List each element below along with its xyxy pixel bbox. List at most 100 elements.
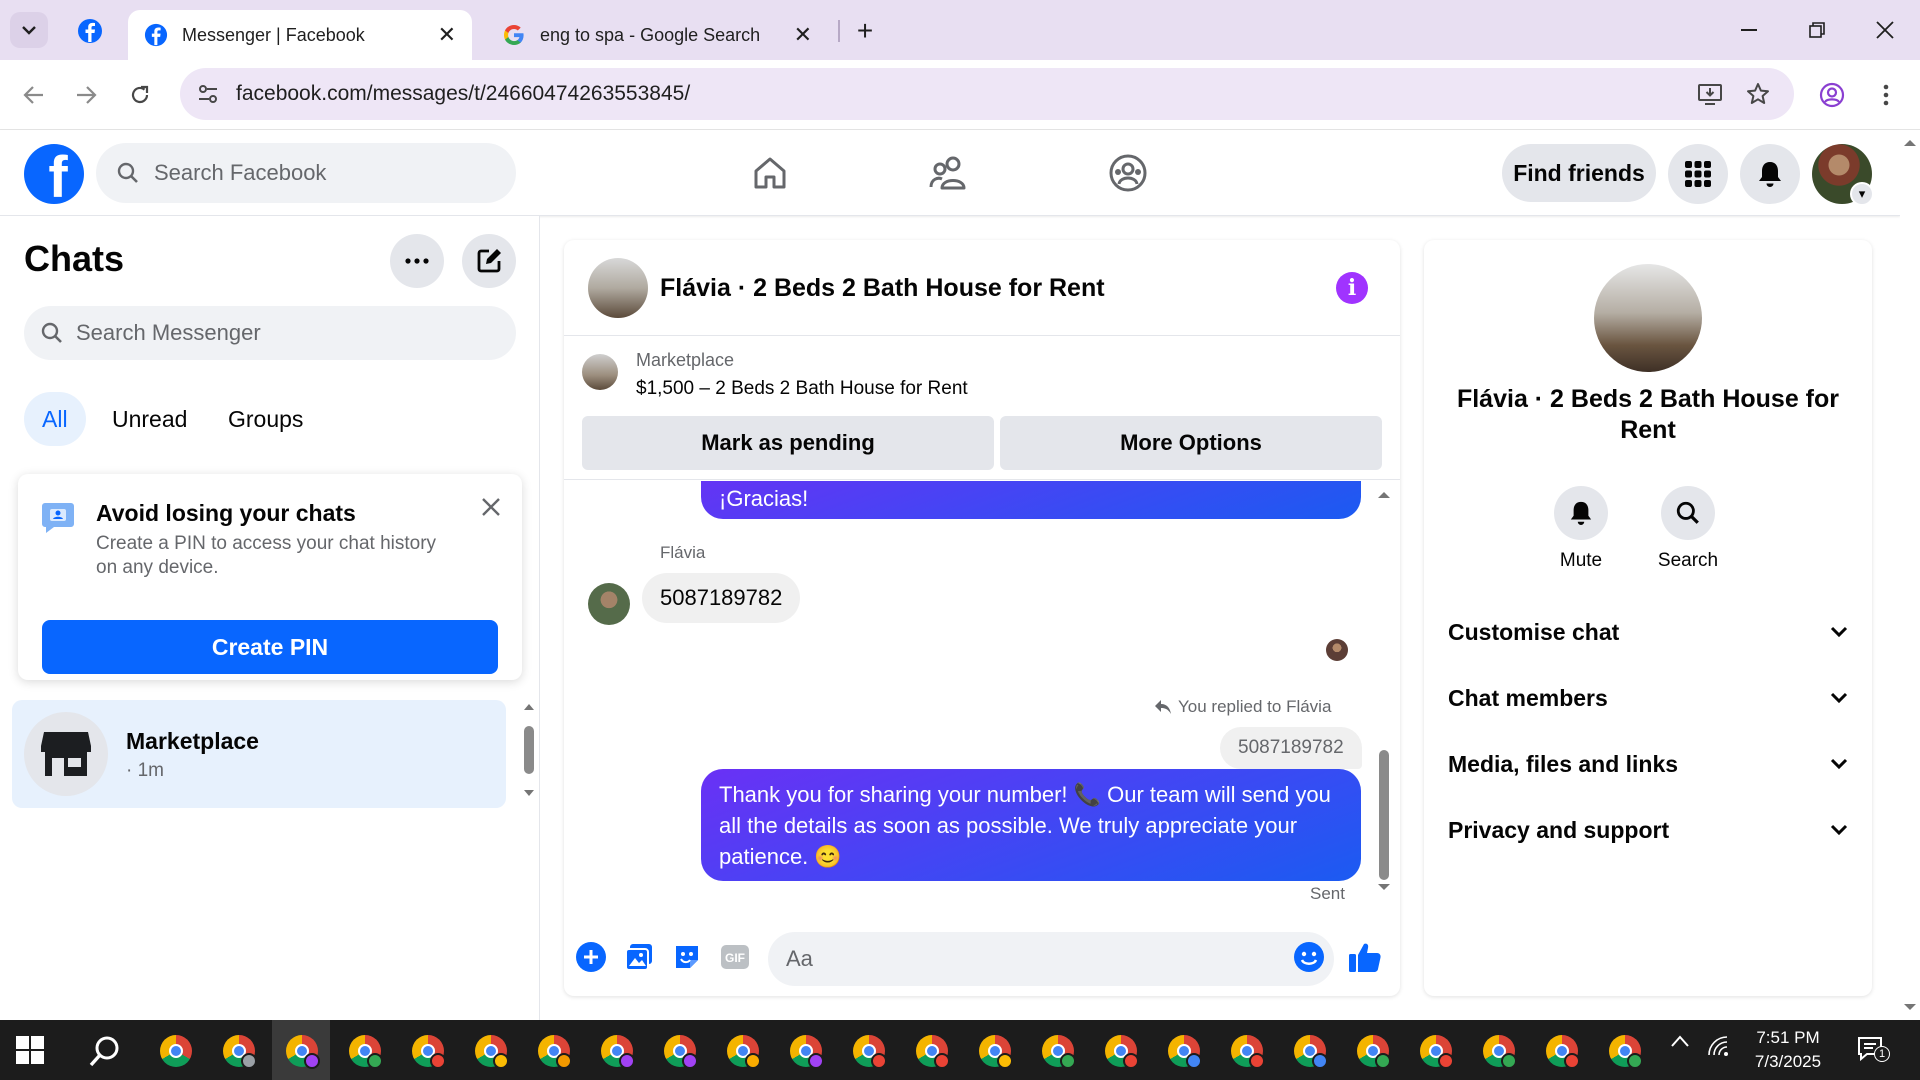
- chrome-taskbar-icon[interactable]: [597, 1031, 637, 1071]
- privacy-support-section[interactable]: Privacy and support: [1448, 810, 1848, 850]
- chevron-down-icon[interactable]: ▾: [1850, 182, 1874, 206]
- outgoing-message[interactable]: Thank you for sharing your number! 📞 Our…: [701, 769, 1361, 881]
- chrome-taskbar-icon[interactable]: [849, 1031, 889, 1071]
- chrome-taskbar-icon[interactable]: [1227, 1031, 1267, 1071]
- forward-button[interactable]: [66, 75, 106, 115]
- minimize-button[interactable]: [1724, 10, 1774, 50]
- facebook-logo[interactable]: f: [24, 144, 84, 204]
- taskbar-search-icon[interactable]: [88, 1034, 122, 1068]
- customise-chat-section[interactable]: Customise chat: [1448, 612, 1848, 652]
- restore-button[interactable]: [1792, 10, 1842, 50]
- listing-title[interactable]: $1,500 – 2 Beds 2 Bath House for Rent: [636, 378, 968, 400]
- chrome-taskbar-icon[interactable]: [1605, 1031, 1645, 1071]
- gif-button[interactable]: GIF: [718, 940, 752, 974]
- chat-list-item[interactable]: Marketplace · 1m: [12, 700, 506, 808]
- chrome-taskbar-icon[interactable]: [534, 1031, 574, 1071]
- chrome-taskbar-icon[interactable]: [1290, 1031, 1330, 1071]
- windows-start-icon[interactable]: [16, 1036, 44, 1064]
- close-tab-icon[interactable]: ✕: [794, 22, 812, 48]
- chrome-taskbar-icon[interactable]: [1164, 1031, 1204, 1071]
- chrome-taskbar-icon[interactable]: [912, 1031, 952, 1071]
- chrome-taskbar-icon[interactable]: [345, 1031, 385, 1071]
- info-icon[interactable]: i: [1336, 272, 1368, 304]
- facebook-search-input[interactable]: Search Facebook: [96, 143, 516, 203]
- replied-message-quote[interactable]: 5087189782: [1220, 727, 1362, 769]
- menu-button[interactable]: [1668, 144, 1728, 204]
- bookmark-star-icon[interactable]: [1744, 80, 1772, 108]
- notifications-button[interactable]: [1740, 144, 1800, 204]
- close-tab-icon[interactable]: ✕: [438, 22, 456, 48]
- mute-button[interactable]: Mute: [1536, 486, 1626, 572]
- chrome-taskbar-icon[interactable]: [1542, 1031, 1582, 1071]
- chrome-taskbar-icon[interactable]: [219, 1031, 259, 1071]
- more-actions-button[interactable]: [574, 940, 608, 974]
- pinned-tab-facebook[interactable]: [70, 14, 110, 48]
- mark-as-pending-button[interactable]: Mark as pending: [582, 416, 994, 470]
- browser-menu-button[interactable]: [1866, 75, 1906, 115]
- emoji-button[interactable]: [1292, 940, 1326, 974]
- new-message-button[interactable]: [462, 234, 516, 288]
- chat-options-button[interactable]: [390, 234, 444, 288]
- media-files-links-section[interactable]: Media, files and links: [1448, 744, 1848, 784]
- chrome-taskbar-icon[interactable]: [1416, 1031, 1456, 1071]
- network-icon[interactable]: [1706, 1034, 1730, 1063]
- chrome-taskbar-icon[interactable]: [786, 1031, 826, 1071]
- messenger-search-input[interactable]: Search Messenger: [24, 306, 516, 360]
- close-window-button[interactable]: [1860, 10, 1910, 50]
- chrome-taskbar-icon[interactable]: [1353, 1031, 1393, 1071]
- tab-google-search[interactable]: eng to spa - Google Search ✕: [486, 10, 828, 60]
- like-button[interactable]: [1348, 940, 1382, 974]
- message-thread-scrollbar[interactable]: [1376, 486, 1392, 896]
- tab-messenger[interactable]: Messenger | Facebook ✕: [128, 10, 472, 60]
- more-vertical-icon: [1883, 84, 1889, 106]
- address-bar[interactable]: facebook.com/messages/t/2466047426355384…: [180, 68, 1794, 120]
- new-tab-button[interactable]: +: [850, 14, 880, 48]
- chrome-taskbar-icon[interactable]: [1038, 1031, 1078, 1071]
- notification-center-button[interactable]: 1: [1856, 1034, 1890, 1069]
- taskbar-clock[interactable]: 7:51 PM 7/3/2025: [1728, 1026, 1848, 1074]
- create-pin-button[interactable]: Create PIN: [42, 620, 498, 674]
- chrome-taskbar-icon[interactable]: [471, 1031, 511, 1071]
- message-input[interactable]: Aa: [768, 932, 1334, 986]
- page-scrollbar[interactable]: [1900, 130, 1920, 1020]
- chrome-taskbar-icon[interactable]: [975, 1031, 1015, 1071]
- nav-friends[interactable]: [918, 150, 978, 196]
- chrome-taskbar-icon[interactable]: [723, 1031, 763, 1071]
- chrome-taskbar-icon[interactable]: [282, 1031, 322, 1071]
- contact-avatar-large[interactable]: [1594, 264, 1702, 372]
- chat-members-section[interactable]: Chat members: [1448, 678, 1848, 718]
- more-options-button[interactable]: More Options: [1000, 416, 1382, 470]
- outgoing-message[interactable]: ¡Gracias!: [701, 481, 1361, 519]
- gif-icon: GIF: [721, 945, 749, 969]
- attach-photo-button[interactable]: [622, 940, 656, 974]
- close-icon[interactable]: [476, 492, 506, 522]
- profile-button[interactable]: [1812, 75, 1852, 115]
- chat-list-scrollbar[interactable]: [522, 700, 536, 800]
- back-button[interactable]: [14, 75, 54, 115]
- chrome-taskbar-icon[interactable]: [408, 1031, 448, 1071]
- nav-groups[interactable]: [1098, 150, 1158, 196]
- conversation-title[interactable]: Flávia · 2 Beds 2 Bath House for Rent: [660, 274, 1105, 303]
- show-hidden-icons[interactable]: [1670, 1034, 1690, 1053]
- nav-home[interactable]: [740, 150, 800, 196]
- contact-avatar[interactable]: [588, 258, 648, 318]
- reload-button[interactable]: [120, 75, 160, 115]
- clock-time: 7:51 PM: [1756, 1028, 1820, 1047]
- site-info-icon[interactable]: [194, 80, 222, 108]
- search-conversation-button[interactable]: Search: [1643, 486, 1733, 572]
- incoming-message[interactable]: 5087189782: [642, 573, 801, 623]
- filter-groups[interactable]: Groups: [210, 392, 321, 446]
- listing-thumbnail[interactable]: [582, 354, 618, 390]
- install-app-icon[interactable]: [1696, 80, 1724, 108]
- tab-search-button[interactable]: [10, 12, 48, 48]
- chrome-taskbar-icon[interactable]: [1101, 1031, 1141, 1071]
- chrome-taskbar-icon[interactable]: [1479, 1031, 1519, 1071]
- filter-unread[interactable]: Unread: [94, 392, 205, 446]
- filter-all[interactable]: All: [24, 392, 86, 446]
- sticker-button[interactable]: [670, 940, 704, 974]
- sender-avatar[interactable]: [588, 583, 630, 625]
- chrome-taskbar-icon[interactable]: [156, 1031, 196, 1071]
- chrome-taskbar-icon[interactable]: [660, 1031, 700, 1071]
- section-label: Chat members: [1448, 684, 1608, 711]
- find-friends-button[interactable]: Find friends: [1502, 144, 1656, 202]
